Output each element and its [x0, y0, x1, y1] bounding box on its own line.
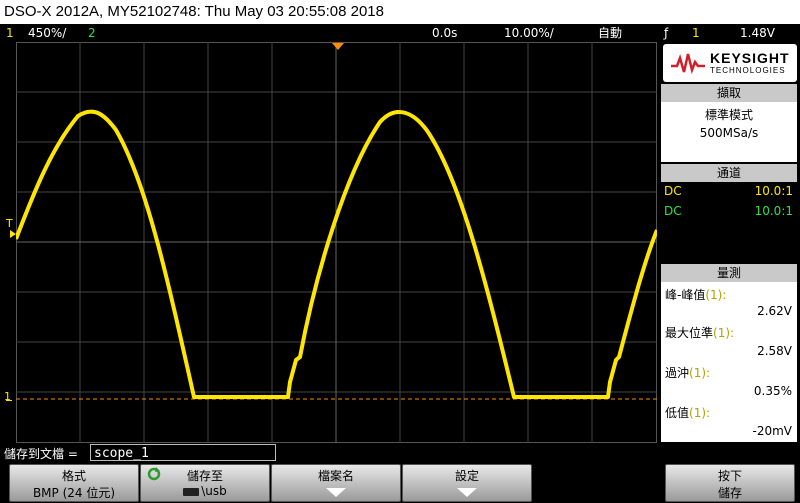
measure-name-pkpk: 峰-峰值(1): [665, 288, 727, 302]
filename-field[interactable]: scope_1 [90, 444, 276, 461]
softkey-save-to-value: \usb [141, 484, 269, 498]
measure-name-overshoot: 過沖(1): [665, 366, 711, 380]
ch1-number[interactable]: 1 [6, 24, 14, 42]
softkey-save-label: 儲存 [717, 486, 742, 500]
trigger-mode[interactable]: 自動 [598, 24, 622, 42]
acquire-panel[interactable]: 標準模式 500MSa/s [661, 102, 797, 162]
time-scale[interactable]: 10.00%/ [504, 24, 554, 42]
waveform-display[interactable] [14, 42, 659, 443]
measure-value-pkpk: 2.62V [757, 304, 792, 318]
measure-value-overshoot: 0.35% [753, 384, 792, 398]
trigger-arrow-icon [10, 230, 16, 238]
brand-subtitle: TECHNOLOGIES [710, 66, 786, 75]
softkey-format-value: BMP (24 位元) [32, 486, 116, 500]
measure-header[interactable]: 量測 [661, 264, 797, 282]
save-to-file-bar: 儲存到文檔 = scope_1 [0, 443, 800, 463]
trigger-level-marker[interactable]: T [6, 217, 13, 230]
softkey-file-name[interactable]: 檔案名 [271, 464, 401, 502]
trigger-source[interactable]: 1 [692, 24, 700, 42]
sample-rate: 500MSa/s [699, 126, 759, 140]
save-to-file-label: 儲存到文檔 = [4, 447, 78, 461]
trigger-position-icon[interactable] [332, 43, 344, 50]
brand-name: KEYSIGHT [710, 50, 790, 66]
softkey-settings-label: 設定 [454, 469, 479, 483]
ch2-coupling: DC [664, 204, 682, 218]
measure-panel[interactable]: 峰-峰值(1): 2.62V 最大位準(1): 2.58V 過沖(1): 0.3… [661, 282, 797, 442]
ground-icon [6, 400, 12, 401]
softkey-format-label: 格式 [61, 469, 86, 483]
softkey-file-name-label: 檔案名 [317, 469, 354, 483]
down-arrow-icon [326, 488, 346, 497]
graticule [14, 42, 659, 443]
measure-name-max: 最大位準(1): [665, 326, 735, 340]
measure-name-low: 低值(1): [665, 406, 711, 420]
keysight-logo: KEYSIGHT TECHNOLOGIES [663, 44, 797, 82]
ch1-coupling: DC [664, 184, 682, 198]
ch2-probe: 10.0:1 [754, 204, 793, 218]
acquire-header[interactable]: 擷取 [661, 84, 797, 102]
status-bar: 1 450%/ 2 0.0s 10.00%/ 自動 ƒ 1 1.48V [0, 24, 800, 42]
ch1-scale[interactable]: 450%/ [28, 24, 66, 42]
usb-drive-icon [183, 487, 200, 496]
trigger-level[interactable]: 1.48V [740, 24, 775, 42]
softkey-save-to[interactable]: 儲存至 \usb [140, 464, 270, 502]
acquire-mode: 標準模式 [704, 108, 753, 122]
channels-header[interactable]: 通道 [661, 164, 797, 182]
softkey-press-to-save[interactable]: 按下 儲存 [665, 464, 795, 502]
measure-value-max: 2.58V [757, 344, 792, 358]
channels-panel[interactable]: DC 10.0:1 DC 10.0:1 [661, 182, 797, 262]
softkey-settings[interactable]: 設定 [402, 464, 532, 502]
keysight-wave-icon [671, 53, 705, 74]
ch1-probe: 10.0:1 [754, 184, 793, 198]
trigger-edge-icon: ƒ [664, 26, 669, 40]
time-position[interactable]: 0.0s [432, 24, 457, 42]
window-title: DSO-X 2012A, MY52102748: Thu May 03 20:5… [0, 0, 800, 24]
ch1-offset-marker[interactable]: 1 [4, 390, 11, 403]
measure-value-low: -20mV [752, 424, 793, 438]
softkey-press-label: 按下 [717, 469, 742, 483]
softkey-save-to-label: 儲存至 [186, 469, 223, 483]
softkey-format[interactable]: 格式 BMP (24 位元) [9, 464, 139, 502]
down-arrow-icon [457, 488, 477, 497]
ch2-number[interactable]: 2 [88, 24, 96, 42]
